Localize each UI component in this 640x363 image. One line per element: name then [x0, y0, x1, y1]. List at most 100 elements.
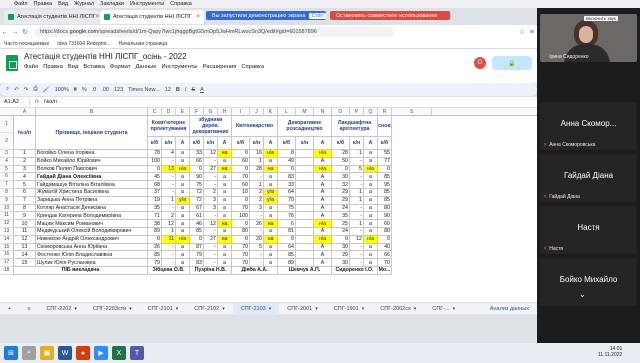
- table-cell[interactable]: на: [218, 235, 232, 244]
- zoom-select[interactable]: 100%: [55, 87, 69, 93]
- table-cell[interactable]: 27: [204, 235, 218, 244]
- table-cell[interactable]: А: [314, 212, 332, 221]
- table-cell[interactable]: а: [218, 212, 232, 221]
- sheets-menu-item[interactable]: Справка: [241, 64, 264, 70]
- table-cell[interactable]: 76: [278, 212, 296, 221]
- row-header[interactable]: 18: [0, 267, 14, 275]
- table-cell[interactable]: а: [364, 212, 378, 221]
- subject-header[interactable]: Квітникарство: [232, 116, 278, 138]
- table-cell[interactable]: -: [204, 251, 218, 260]
- table-cell[interactable]: а: [364, 150, 378, 158]
- table-cell[interactable]: 90: [190, 173, 204, 182]
- table-cell[interactable]: 79: [148, 259, 162, 267]
- table-cell[interactable]: а: [364, 259, 378, 267]
- table-cell[interactable]: 28: [250, 165, 264, 174]
- participant-tile[interactable]: Гайдай Діана ✕ Гайдай Діана: [540, 154, 637, 202]
- bookmark-idea[interactable]: Idea 731604 Receptor...: [57, 41, 110, 47]
- table-cell[interactable]: 64: [278, 189, 296, 197]
- subheader-2[interactable]: А: [314, 137, 332, 150]
- all-sheets-icon[interactable]: ≡: [19, 303, 38, 315]
- row-header[interactable]: 14: [0, 235, 14, 244]
- bookmark-home[interactable]: Начальная страница: [119, 41, 167, 47]
- table-cell[interactable]: 83: [190, 259, 204, 267]
- subheader-2[interactable]: А: [176, 137, 190, 150]
- table-cell[interactable]: у/а: [176, 196, 190, 205]
- table-cell[interactable]: 19: [148, 196, 162, 205]
- table-cell[interactable]: 1: [350, 220, 364, 228]
- text-color-button[interactable]: A: [200, 87, 204, 93]
- table-cell[interactable]: -: [350, 157, 364, 166]
- avatar[interactable]: О: [474, 57, 486, 69]
- font-size-input[interactable]: 12: [165, 87, 171, 93]
- table-cell[interactable]: 50: [332, 157, 350, 166]
- column-header[interactable]: Q: [364, 108, 378, 116]
- table-cell[interactable]: 0: [148, 235, 162, 244]
- search-menus-icon[interactable]: ⌕: [6, 86, 9, 93]
- column-header[interactable]: N: [314, 108, 332, 116]
- row-header[interactable]: 4: [0, 157, 14, 166]
- table-cell[interactable]: 75: [278, 204, 296, 213]
- table-cell-name[interactable]: Зарицька Анна Петрівна: [36, 196, 148, 205]
- table-cell[interactable]: -: [204, 228, 218, 236]
- table-cell[interactable]: а: [218, 189, 232, 197]
- footer-teacher[interactable]: Зібцева О.В.: [148, 267, 190, 275]
- percent-button[interactable]: %: [82, 87, 87, 93]
- table-cell[interactable]: а: [364, 157, 378, 166]
- sheet-tab[interactable]: СПГ-2002сх ▾: [372, 303, 424, 315]
- column-header[interactable]: M: [296, 108, 314, 116]
- table-cell[interactable]: 71: [148, 212, 162, 221]
- table-cell-num[interactable]: 4: [14, 173, 36, 182]
- column-header[interactable]: I: [232, 108, 250, 116]
- subject-header[interactable]: Декоративне розсадництво: [278, 116, 332, 138]
- chevron-down-icon[interactable]: ▾: [315, 306, 318, 312]
- table-cell[interactable]: 1: [162, 228, 176, 236]
- table-cell[interactable]: а: [264, 181, 278, 189]
- table-cell[interactable]: 0: [378, 165, 392, 174]
- table-cell[interactable]: на: [218, 220, 232, 228]
- participant-video[interactable]: Включить звук ✕ Ірина Сидоренко: [540, 14, 637, 62]
- extensions-icon[interactable]: ≡: [527, 29, 537, 36]
- participant-tile[interactable]: Бойко Михайло: [540, 258, 637, 306]
- table-cell[interactable]: а: [264, 228, 278, 236]
- table-cell[interactable]: а: [364, 181, 378, 189]
- table-cell[interactable]: 12: [350, 235, 364, 244]
- table-cell[interactable]: 70: [278, 196, 296, 205]
- table-cell[interactable]: [296, 196, 314, 205]
- table-cell[interactable]: -: [162, 181, 176, 189]
- table-cell[interactable]: 28: [332, 150, 350, 158]
- table-cell[interactable]: 12: [162, 220, 176, 228]
- table-cell[interactable]: а: [264, 259, 278, 267]
- table-cell[interactable]: 60: [232, 181, 250, 189]
- sheets-menu-item[interactable]: Расширения: [203, 64, 237, 70]
- browser-menu-item[interactable]: Инструменты: [130, 1, 164, 7]
- table-cell[interactable]: н/а: [314, 150, 332, 158]
- table-cell[interactable]: 33: [190, 150, 204, 158]
- table-cell-name[interactable]: Фостенко Юлія Владиславівна: [36, 251, 148, 260]
- table-cell[interactable]: 85: [378, 173, 392, 182]
- table-cell[interactable]: на: [218, 165, 232, 174]
- row-header[interactable]: 12: [0, 220, 14, 228]
- table-cell[interactable]: [296, 173, 314, 182]
- table-cell[interactable]: а: [218, 243, 232, 252]
- table-cell[interactable]: 68: [148, 181, 162, 189]
- table-cell[interactable]: 100: [148, 157, 162, 166]
- table-cell[interactable]: н/а: [364, 235, 378, 244]
- subheader-2[interactable]: А: [364, 137, 378, 150]
- sheets-menu-item[interactable]: Инструменты: [161, 64, 197, 70]
- table-cell[interactable]: 20: [250, 235, 264, 244]
- reload-icon[interactable]: ↻: [20, 28, 30, 36]
- table-cell[interactable]: 0: [232, 150, 250, 158]
- table-cell[interactable]: а: [364, 228, 378, 236]
- table-cell[interactable]: а: [218, 196, 232, 205]
- table-cell[interactable]: 24: [332, 228, 350, 236]
- table-cell[interactable]: 29: [332, 189, 350, 197]
- row-header[interactable]: 2: [0, 133, 14, 150]
- table-cell-num[interactable]: 14: [14, 251, 36, 260]
- browser-menu-item[interactable]: Закладки: [100, 1, 124, 7]
- table-cell[interactable]: 80: [232, 228, 250, 236]
- table-cell-name[interactable]: Бойко Михайло Юрійович: [36, 157, 148, 166]
- sheets-menu-item[interactable]: Формат: [110, 64, 131, 70]
- file-explorer-icon[interactable]: ▣: [40, 346, 54, 360]
- table-cell[interactable]: а: [264, 212, 278, 221]
- table-cell[interactable]: 26: [250, 220, 264, 228]
